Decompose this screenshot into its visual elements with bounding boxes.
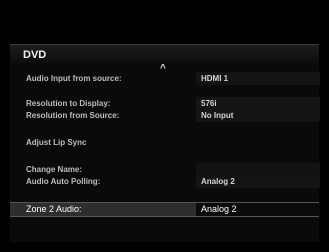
menu-item-label: Adjust Lip Sync [26,138,87,147]
menu-item-audio-auto-polling[interactable]: Audio Auto Polling: Analog 2 [10,175,320,188]
menu-item-label: Audio Input from source: [26,74,122,83]
menu-item-lip-sync[interactable]: Adjust Lip Sync [10,136,319,149]
menu-item-resolution-source[interactable]: Resolution from Source: No Input [10,109,320,122]
menu-item-value: No Input [196,109,320,122]
menu-item-value: HDMI 1 [196,72,320,85]
menu-title: DVD [10,44,319,63]
menu-item-value: Analog 2 [196,203,320,216]
menu-item-audio-input[interactable]: Audio Input from source: HDMI 1 [10,72,320,85]
menu-item-value: Analog 2 [196,175,320,188]
menu-item-zone2-audio-selected[interactable]: Zone 2 Audio: Analog 2 [10,202,320,217]
menu-item-label: Resolution from Source: [26,111,120,120]
menu-item-label: Audio Auto Polling: [26,177,101,186]
menu-item-label: Zone 2 Audio: [26,204,82,214]
